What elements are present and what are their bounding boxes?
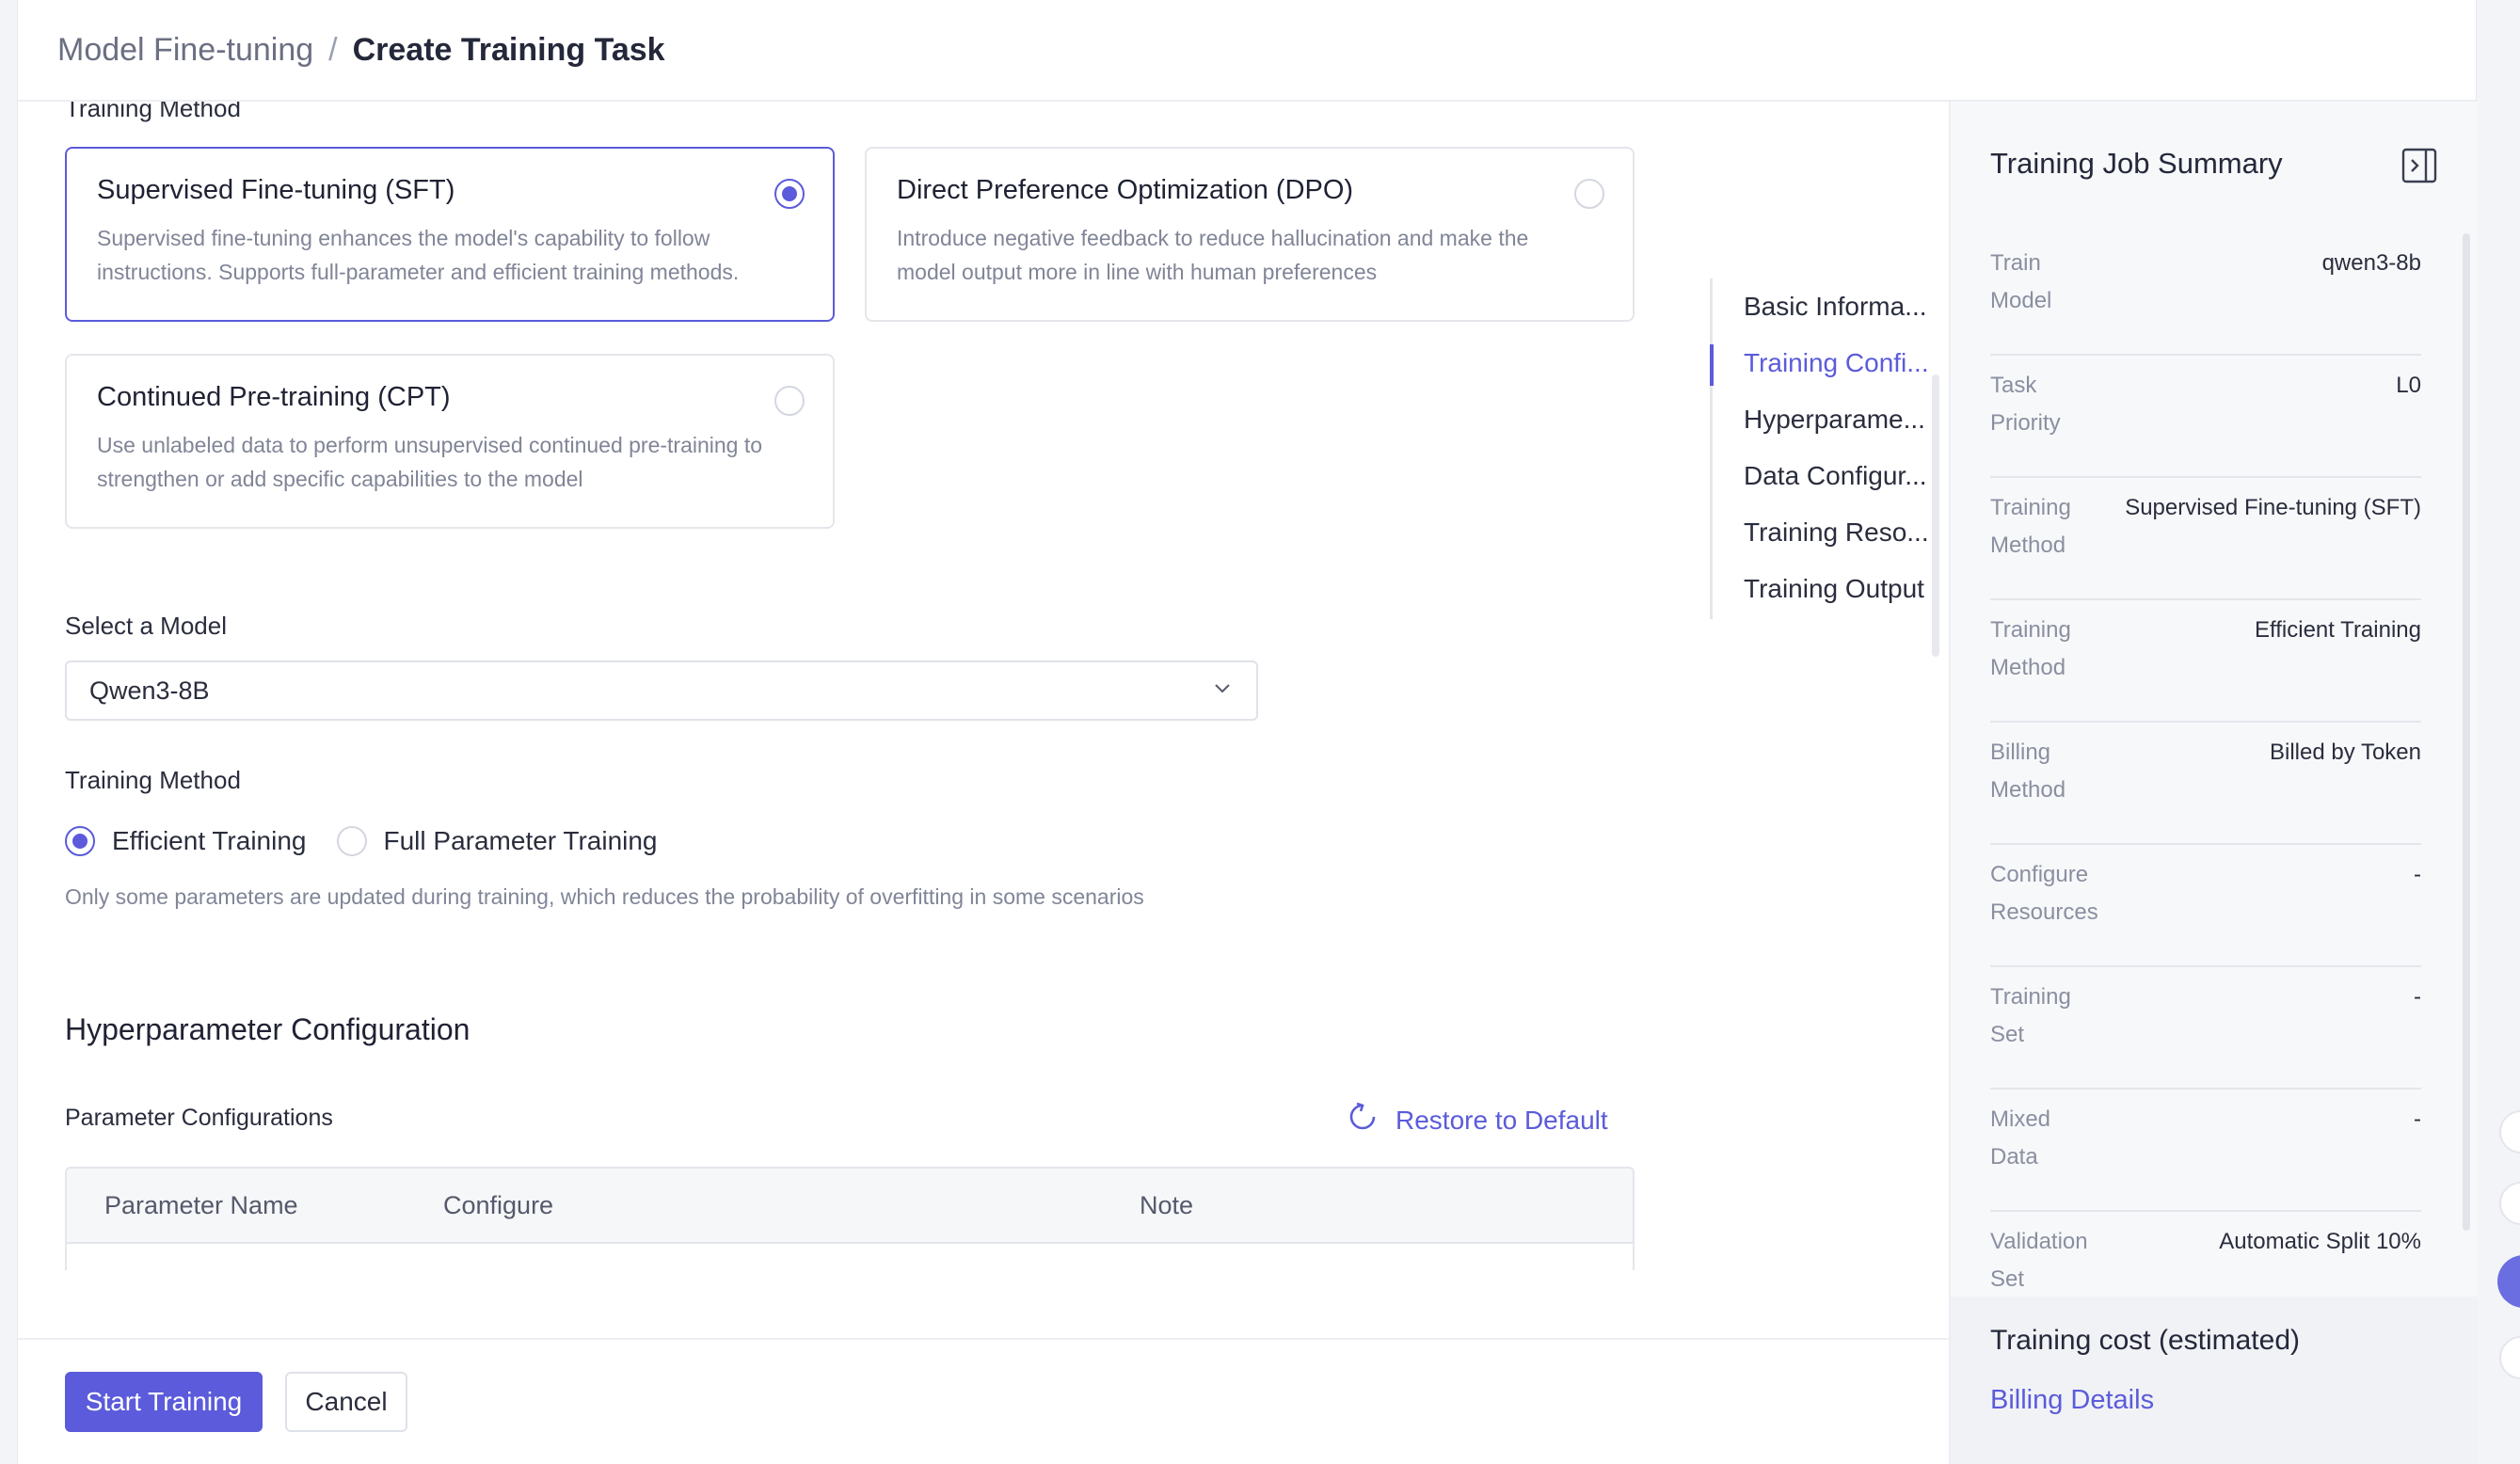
summary-key: Configure Resources: [1990, 862, 2098, 925]
summary-value: -: [2414, 862, 2421, 887]
floating-assistant-button[interactable]: [2497, 1255, 2520, 1308]
method-card-description: Introduce negative feedback to reduce ha…: [897, 226, 1529, 284]
method-card-cpt[interactable]: Continued Pre-training (CPT) Use unlabel…: [65, 354, 835, 529]
method-card-title: Direct Preference Optimization (DPO): [897, 175, 1354, 205]
radio-efficient-training[interactable]: [65, 826, 95, 856]
method-radio-sft[interactable]: [774, 179, 805, 209]
billing-details-link[interactable]: Billing Details: [1990, 1385, 2154, 1416]
training-mode-hint: Only some parameters are updated during …: [65, 884, 1144, 909]
radio-label-full[interactable]: Full Parameter Training: [384, 826, 658, 856]
anchor-item-hyperparameters[interactable]: Hyperparame...: [1744, 405, 1932, 435]
summary-key: Billing Method: [1990, 740, 2066, 803]
summary-value: L0: [2396, 373, 2421, 398]
chevron-down-icon: [1211, 676, 1234, 706]
floating-toolbar-button[interactable]: [2499, 1182, 2520, 1225]
method-card-dpo[interactable]: Direct Preference Optimization (DPO) Int…: [865, 147, 1635, 322]
summary-key: Task Priority: [1990, 373, 2061, 436]
method-radio-dpo[interactable]: [1574, 179, 1604, 209]
training-job-summary-panel: Training Job Summary Train Model qwen3-8…: [1949, 102, 2478, 1464]
summary-scrollbar[interactable]: [2463, 233, 2470, 1231]
anchor-active-indicator: [1710, 344, 1714, 386]
column-header: Note: [1140, 1191, 1194, 1219]
anchor-item-basic-info[interactable]: Basic Informa...: [1744, 292, 1932, 322]
training-cost-title: Training cost (estimated): [1990, 1325, 2301, 1356]
form-scrollbar[interactable]: [1932, 374, 1939, 657]
anchor-item-training-output[interactable]: Training Output: [1744, 574, 1932, 604]
training-mode-label: Training Method: [65, 766, 241, 794]
anchor-item-data-config[interactable]: Data Configur...: [1744, 461, 1932, 491]
summary-key: Validation Set: [1990, 1229, 2088, 1292]
summary-value: Automatic Split 10%: [2219, 1229, 2421, 1254]
column-header: Configure: [443, 1191, 554, 1219]
restore-default-button[interactable]: Restore to Default: [1347, 1101, 1608, 1139]
hyperparameter-heading: Hyperparameter Configuration: [65, 1012, 471, 1046]
refresh-icon: [1347, 1101, 1396, 1139]
breadcrumb-separator: /: [328, 31, 338, 68]
summary-list: Train Model qwen3-8b Task Priority L0 Tr…: [1990, 233, 2421, 1334]
summary-key: Training Method: [1990, 617, 2071, 680]
summary-row: Training Set -: [1990, 967, 2421, 1090]
method-card-description: Use unlabeled data to perform unsupervis…: [97, 433, 763, 491]
anchor-item-training-resources[interactable]: Training Reso...: [1744, 517, 1932, 548]
radio-label-efficient[interactable]: Efficient Training: [112, 826, 307, 856]
summary-key: Training Set: [1990, 984, 2071, 1047]
breadcrumb-parent-link[interactable]: Model Fine-tuning: [57, 32, 313, 69]
training-mode-group: Efficient Training Full Parameter Traini…: [65, 826, 658, 856]
summary-row: Billing Method Billed by Token: [1990, 723, 2421, 845]
floating-toolbar-button[interactable]: [2499, 1336, 2520, 1379]
radio-full-parameter-training[interactable]: [336, 826, 367, 856]
summary-row: Configure Resources -: [1990, 845, 2421, 967]
summary-value: Supervised Fine-tuning (SFT): [2125, 495, 2421, 520]
parameter-table: Parameter Name Configure Note: [65, 1167, 1635, 1270]
start-training-button[interactable]: Start Training: [65, 1372, 263, 1432]
summary-row: Task Priority L0: [1990, 356, 2421, 478]
model-select[interactable]: Qwen3-8B: [65, 660, 1258, 721]
cancel-button[interactable]: Cancel: [285, 1372, 407, 1432]
training-cost-box: Training cost (estimated) Billing Detail…: [1951, 1297, 2478, 1464]
summary-key: Train Model: [1990, 250, 2052, 313]
summary-value: Efficient Training: [2255, 617, 2421, 643]
method-card-title: Continued Pre-training (CPT): [97, 382, 451, 412]
table-header: Parameter Name Configure Note: [67, 1169, 1633, 1244]
summary-value: Billed by Token: [2270, 740, 2421, 765]
footer-bar: Start Training Cancel: [18, 1338, 1951, 1464]
method-card-title: Supervised Fine-tuning (SFT): [97, 175, 455, 205]
summary-row: Train Model qwen3-8b: [1990, 233, 2421, 356]
anchor-nav-track: [1710, 278, 1713, 619]
breadcrumb: Model Fine-tuning / Create Training Task: [18, 0, 2476, 102]
select-model-label: Select a Model: [65, 612, 227, 640]
summary-value: -: [2414, 1106, 2421, 1132]
method-radio-cpt[interactable]: [774, 386, 805, 416]
anchor-item-training-config[interactable]: Training Confi...: [1744, 348, 1932, 378]
summary-row: Training Method Efficient Training: [1990, 600, 2421, 723]
summary-row: Training Method Supervised Fine-tuning (…: [1990, 478, 2421, 600]
summary-key: Mixed Data: [1990, 1106, 2051, 1170]
method-card-description: Supervised fine-tuning enhances the mode…: [97, 226, 740, 284]
form-area: Training Method Supervised Fine-tuning (…: [18, 102, 1951, 1338]
model-select-value: Qwen3-8B: [89, 676, 210, 705]
app-window: Model Fine-tuning / Create Training Task…: [17, 0, 2478, 1464]
summary-value: qwen3-8b: [2321, 250, 2421, 276]
summary-title: Training Job Summary: [1990, 147, 2283, 180]
summary-row: Mixed Data -: [1990, 1090, 2421, 1212]
summary-value: -: [2414, 984, 2421, 1010]
parameter-configurations-label: Parameter Configurations: [65, 1105, 333, 1131]
method-card-sft[interactable]: Supervised Fine-tuning (SFT) Supervised …: [65, 147, 835, 322]
floating-toolbar-button[interactable]: [2499, 1110, 2520, 1154]
collapse-panel-icon[interactable]: [2400, 147, 2438, 189]
training-method-label: Training Method: [65, 102, 241, 122]
summary-key: Training Method: [1990, 495, 2071, 558]
column-header: Parameter Name: [104, 1191, 298, 1219]
page-title: Create Training Task: [352, 31, 665, 68]
restore-default-label: Restore to Default: [1396, 1105, 1608, 1135]
